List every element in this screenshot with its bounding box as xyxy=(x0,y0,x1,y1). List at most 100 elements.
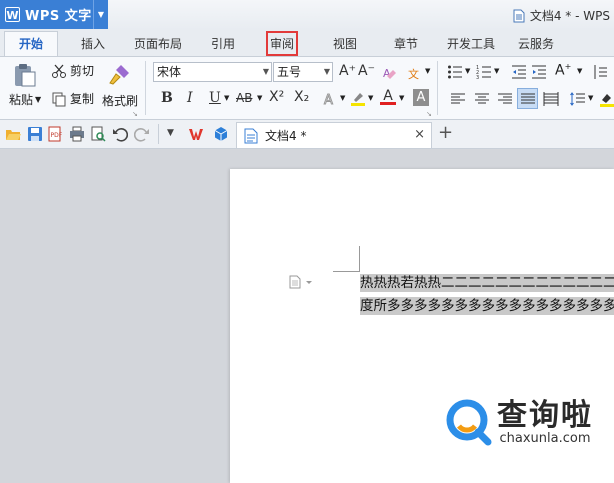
change-case-button[interactable]: A+ xyxy=(555,62,571,79)
export-pdf-icon[interactable]: PDF xyxy=(47,126,63,142)
print-preview-icon[interactable] xyxy=(90,126,106,142)
new-tab-button[interactable]: + xyxy=(438,122,453,143)
chevron-down-icon[interactable]: ▼ xyxy=(588,94,593,102)
print-icon[interactable] xyxy=(69,126,85,142)
shading-icon[interactable] xyxy=(599,91,614,107)
undo-icon[interactable] xyxy=(112,126,128,142)
title-bar: W WPS 文字 ▼ 文档4 * - WPS xyxy=(0,0,614,30)
distributed-align-icon[interactable] xyxy=(543,91,559,107)
text-direction-icon[interactable] xyxy=(592,64,608,80)
bullet-list-icon[interactable] xyxy=(447,64,463,80)
document-text-line[interactable]: 热热热若热热二二二二二二二二二二二二二二二二二 xyxy=(360,274,614,292)
chevron-down-icon: ▼ xyxy=(262,67,269,76)
tab-references[interactable]: 引用 xyxy=(211,35,235,52)
quick-access-toolbar: PDF ▼ 文档4 * × + xyxy=(0,120,614,149)
chevron-down-icon: ▼ xyxy=(323,67,330,76)
clipboard-dialog-launcher-icon[interactable]: ↘ xyxy=(132,110,138,118)
decrease-indent-icon[interactable] xyxy=(511,64,527,80)
font-name-select[interactable]: 宋体 ▼ xyxy=(153,62,272,82)
svg-text:A: A xyxy=(324,93,333,107)
site-watermark: 查询啦 chaxunla.com xyxy=(445,398,593,448)
open-icon[interactable] xyxy=(5,126,21,142)
search-magnifier-logo-icon xyxy=(446,399,492,446)
char-shading-button[interactable]: A xyxy=(413,89,429,106)
paragraph-layout-icon[interactable] xyxy=(289,275,315,289)
chevron-down-icon[interactable]: ▼ xyxy=(577,67,582,75)
tab-developer[interactable]: 开发工具 xyxy=(447,35,495,52)
line-spacing-icon[interactable] xyxy=(570,91,586,107)
font-size-value: 五号 xyxy=(277,65,302,79)
italic-button[interactable]: I xyxy=(187,90,193,106)
chevron-down-icon[interactable]: ▼ xyxy=(465,67,470,75)
toolbar-separator xyxy=(158,124,159,144)
document-text-line[interactable]: 度所多多多多多多多多多多多多多多多多多多多多多 xyxy=(360,297,614,315)
shrink-font-button[interactable]: A⁻ xyxy=(358,63,375,79)
wps-logo-icon[interactable] xyxy=(188,126,204,142)
increase-indent-icon[interactable] xyxy=(531,64,547,80)
align-center-icon[interactable] xyxy=(474,91,490,107)
cut-label: 剪切 xyxy=(70,64,95,78)
cut-button[interactable]: 剪切 xyxy=(51,62,94,79)
align-right-icon[interactable] xyxy=(497,91,513,107)
subscript-button[interactable]: X₂ xyxy=(294,89,309,105)
margin-corner-mark xyxy=(359,246,360,272)
tab-view[interactable]: 视图 xyxy=(333,35,357,52)
chevron-down-icon[interactable]: ▼ xyxy=(368,94,373,102)
tab-insert[interactable]: 插入 xyxy=(81,35,105,52)
align-left-icon[interactable] xyxy=(450,91,466,107)
customize-icon[interactable]: ▼ xyxy=(167,128,174,138)
bold-button[interactable]: B xyxy=(161,90,173,106)
chevron-down-icon[interactable]: ▼ xyxy=(224,94,229,102)
tab-page-layout[interactable]: 页面布局 xyxy=(134,35,182,52)
ribbon-separator xyxy=(437,61,438,115)
chevron-down-icon[interactable]: ▼ xyxy=(399,94,404,102)
margin-corner-mark xyxy=(333,271,359,272)
text-effect-icon[interactable]: A xyxy=(322,91,338,108)
strikethrough-button[interactable]: AB xyxy=(236,91,252,105)
tab-chapter[interactable]: 章节 xyxy=(394,35,418,52)
ribbon-home: 粘贴 ▼ 剪切 复制 格式刷 宋体 ▼ 五号 ▼ A⁺ A⁻ A 文 ▼ B I… xyxy=(0,57,614,120)
copy-label: 复制 xyxy=(70,92,95,106)
close-icon[interactable]: × xyxy=(414,127,425,142)
paste-dropdown-icon[interactable]: ▼ xyxy=(35,95,41,104)
font-size-select[interactable]: 五号 ▼ xyxy=(273,62,333,82)
cloud-icon[interactable] xyxy=(213,126,229,142)
format-painter-icon[interactable] xyxy=(107,61,133,87)
font-dialog-launcher-icon[interactable]: ↘ xyxy=(426,110,432,118)
svg-text:文: 文 xyxy=(408,67,419,80)
save-icon[interactable] xyxy=(27,126,43,142)
redo-icon[interactable] xyxy=(134,126,150,142)
justify-icon xyxy=(521,93,535,104)
grow-font-button[interactable]: A⁺ xyxy=(339,63,356,79)
font-color-button[interactable]: A xyxy=(380,88,396,105)
underline-button[interactable]: U xyxy=(209,90,221,106)
format-painter-label[interactable]: 格式刷 xyxy=(102,92,138,109)
clear-format-icon[interactable]: A xyxy=(382,65,398,81)
font-color-letter: A xyxy=(383,88,393,104)
tab-cloud-service[interactable]: 云服务 xyxy=(518,35,554,52)
font-name-value: 宋体 xyxy=(157,65,182,79)
window-title: 文档4 * - WPS xyxy=(513,7,610,24)
chevron-down-icon[interactable]: ▼ xyxy=(494,67,499,75)
tab-home[interactable]: 开始 xyxy=(4,31,59,56)
paste-button[interactable]: 粘贴 ▼ xyxy=(9,91,41,108)
svg-text:PDF: PDF xyxy=(51,132,63,139)
numbered-list-icon[interactable]: 123 xyxy=(476,64,492,80)
copy-icon xyxy=(52,92,66,106)
phonetic-guide-icon[interactable]: 文 xyxy=(407,64,423,80)
superscript-button[interactable]: X² xyxy=(269,89,284,105)
copy-button[interactable]: 复制 xyxy=(51,90,94,107)
chevron-down-icon[interactable]: ▼ xyxy=(425,67,430,75)
document-icon xyxy=(244,128,258,143)
chevron-down-icon[interactable]: ▼ xyxy=(340,94,345,102)
justify-button[interactable] xyxy=(517,88,538,109)
document-tab[interactable]: 文档4 * × xyxy=(236,122,432,148)
app-menu-button[interactable]: W WPS 文字 ▼ xyxy=(0,0,108,29)
tab-review[interactable]: 审阅 xyxy=(265,31,299,56)
scissors-icon xyxy=(52,64,66,78)
paste-icon[interactable] xyxy=(12,62,38,88)
highlight-icon[interactable] xyxy=(350,90,366,106)
app-menu-dropdown-icon[interactable]: ▼ xyxy=(93,0,108,29)
wps-logo-icon: W xyxy=(5,7,20,22)
chevron-down-icon[interactable]: ▼ xyxy=(257,94,262,102)
